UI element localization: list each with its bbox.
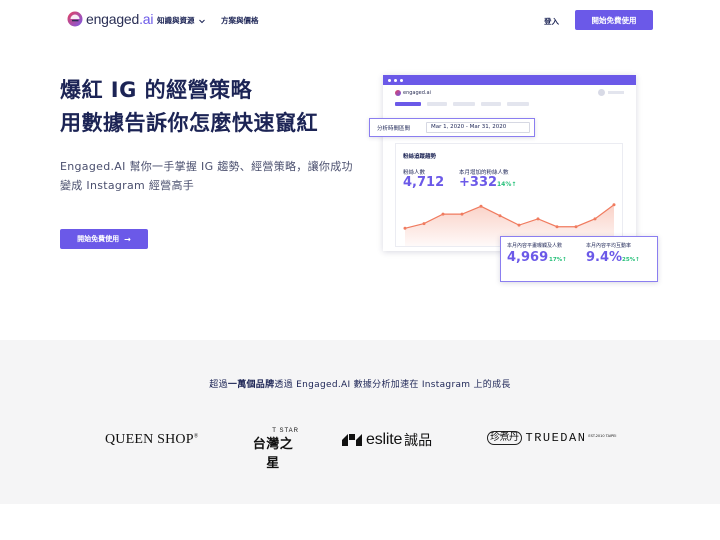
content-stats-card: 本月內容平畫曝觸及人數 4,969 17%↑ 本月內容平均互動率 9.4% 25…	[500, 236, 658, 282]
trend-point	[536, 217, 540, 221]
reach-label: 本月內容平畫曝觸及人數	[507, 243, 563, 249]
nav-pricing[interactable]: 方案與價格	[221, 15, 259, 26]
hero-cta-label: 開始免費使用	[77, 235, 120, 243]
queenshop-logo: QUEEN SHOP®	[105, 432, 199, 447]
reach-value: 4,969	[507, 250, 549, 265]
mockup-tab-active	[395, 102, 421, 106]
trend-point	[593, 217, 597, 221]
engaged-logo[interactable]: engaged.ai	[67, 11, 153, 27]
window-dot-icon	[400, 79, 403, 82]
mockup-tab	[507, 102, 529, 106]
trend-point	[574, 225, 578, 229]
top-nav: engaged.ai 知識與資源 方案與價格 登入 開始免費使用	[0, 0, 720, 40]
mockup-tab	[427, 102, 447, 106]
trend-point	[403, 226, 407, 230]
brands-title-highlight: 一萬個品牌	[227, 380, 275, 390]
reach-delta: 17%↑	[549, 257, 567, 263]
eslite-logo-text: eslite	[366, 431, 403, 448]
eslite-mark-icon	[342, 434, 362, 446]
hero-title-line1: 爆紅 IG 的經營策略	[60, 78, 253, 102]
trend-point	[517, 223, 521, 227]
trend-point	[555, 225, 559, 229]
avatar	[598, 89, 605, 96]
tstar-logo: T STAR 台灣之星	[247, 428, 299, 471]
window-dot-icon	[394, 79, 397, 82]
mockup-placeholder-line	[608, 91, 624, 94]
truedan-seal: 珍煮丹	[487, 431, 522, 445]
engagement-delta: 25%↑	[622, 257, 640, 263]
new-followers-value: +332	[459, 175, 498, 190]
truedan-wordmark: TRUEDAN	[525, 431, 587, 445]
trend-point	[498, 214, 502, 218]
date-range-field: Mar 1, 2020 - Mar 31, 2020	[426, 122, 530, 133]
chevron-down-icon	[198, 19, 205, 23]
date-range-panel: 分析時間區間 Mar 1, 2020 - Mar 31, 2020	[369, 118, 535, 137]
eslite-logo: eslite 誠品	[342, 430, 432, 450]
login-link[interactable]: 登入	[544, 16, 559, 27]
nav-start-free-button[interactable]: 開始免費使用	[575, 10, 653, 30]
truedan-logo: 珍煮丹 TRUEDAN EST.2010 TAIPEI	[487, 431, 616, 445]
trend-point	[479, 204, 483, 208]
engaged-logo-mark-icon	[67, 11, 83, 27]
mockup-logo-mark-icon	[395, 90, 401, 96]
mockup-tab	[481, 102, 501, 106]
mockup-window-bar	[383, 75, 636, 85]
engagement-label: 本月內容平均互動率	[586, 243, 632, 249]
eslite-logo-cn: 誠品	[404, 433, 433, 449]
nav-pricing-label: 方案與價格	[221, 16, 259, 25]
trend-point	[441, 212, 445, 216]
engagement-value: 9.4%	[586, 250, 623, 265]
tstar-logo-bottom: 台灣之星	[252, 437, 294, 471]
nav-knowledge-label: 知識與資源	[157, 16, 195, 25]
logo-text: engaged.ai	[86, 11, 154, 27]
trend-point	[460, 212, 464, 216]
followers-value: 4,712	[403, 175, 445, 190]
hero-title: 爆紅 IG 的經營策略 用數據告訴你怎麼快速竄紅	[60, 74, 318, 140]
mockup-tab	[453, 102, 475, 106]
mockup-logo: engaged.ai	[395, 90, 431, 96]
trend-point	[612, 203, 616, 207]
card-title: 粉絲追蹤趨勢	[403, 154, 437, 160]
truedan-est: EST.2010 TAIPEI	[588, 433, 617, 438]
hero-start-free-button[interactable]: 開始免費使用 →	[60, 229, 148, 249]
hero-subtitle: Engaged.AI 幫你一手掌握 IG 趨勢、經營策略，讓你成功變成 Inst…	[60, 160, 353, 192]
arrow-right-icon: →	[124, 234, 131, 244]
new-followers-delta: 14%↑	[497, 181, 517, 188]
logo-suffix: .ai	[139, 11, 154, 27]
nav-knowledge-resources[interactable]: 知識與資源	[157, 15, 206, 26]
trend-point	[422, 222, 426, 226]
window-dot-icon	[388, 79, 391, 82]
date-range-label: 分析時間區間	[377, 126, 411, 132]
brands-title: 超過一萬個品牌透過 Engaged.AI 數據分析加速在 Instagram 上…	[209, 380, 511, 390]
hero-title-line2: 用數據告訴你怎麼快速竄紅	[60, 111, 318, 135]
brands-section: 超過一萬個品牌透過 Engaged.AI 數據分析加速在 Instagram 上…	[0, 340, 720, 504]
